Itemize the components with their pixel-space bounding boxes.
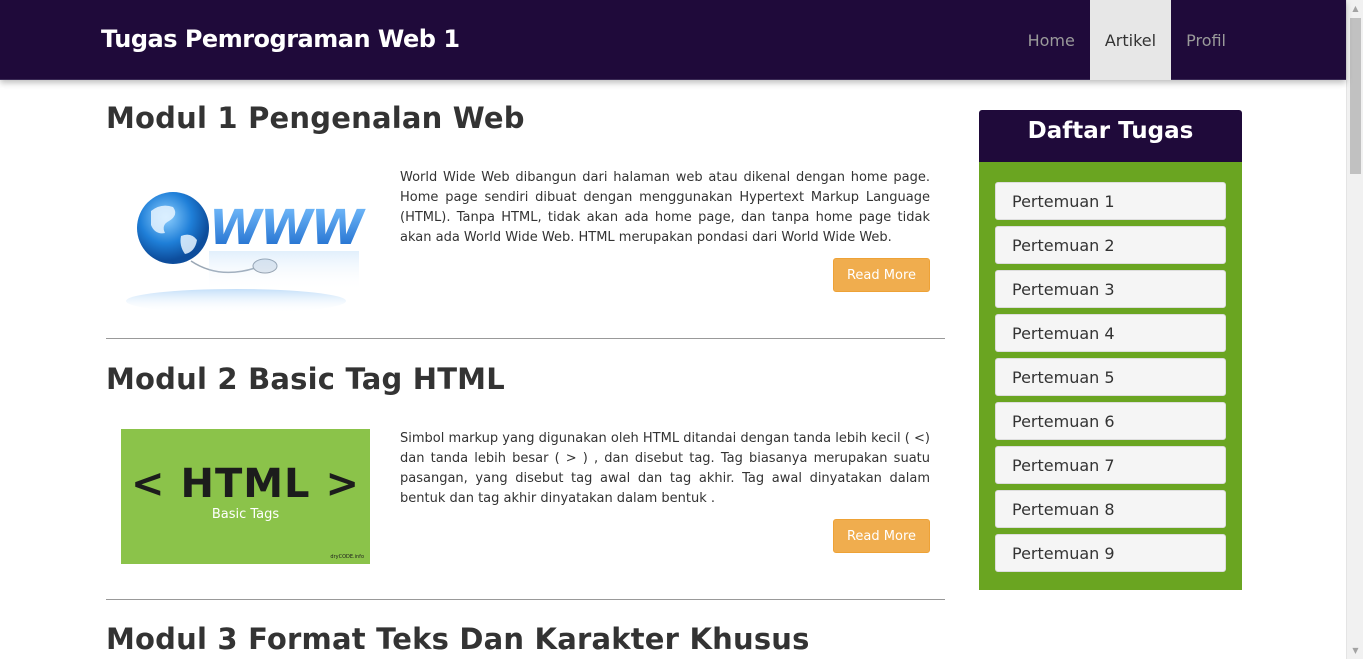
read-more-button[interactable]: Read More bbox=[833, 519, 930, 553]
sidebar-title: Daftar Tugas bbox=[979, 110, 1242, 162]
article-title: Modul 1 Pengenalan Web bbox=[106, 101, 525, 135]
html-basic-tags-image: < HTML > Basic Tags dryCODE.info bbox=[121, 429, 370, 564]
sidebar-item-pertemuan-3[interactable]: Pertemuan 3 bbox=[995, 270, 1226, 308]
article-title: Modul 3 Format Teks Dan Karakter Khusus bbox=[106, 622, 810, 656]
sidebar-item-pertemuan-5[interactable]: Pertemuan 5 bbox=[995, 358, 1226, 396]
article-text: Simbol markup yang digunakan oleh HTML d… bbox=[400, 431, 930, 506]
sidebar-item-pertemuan-1[interactable]: Pertemuan 1 bbox=[995, 182, 1226, 220]
image-credit-text: dryCODE.info bbox=[330, 554, 364, 560]
article-text: World Wide Web dibangun dari halaman web… bbox=[400, 170, 930, 245]
sidebar-list: Pertemuan 1 Pertemuan 2 Pertemuan 3 Pert… bbox=[979, 162, 1242, 590]
nav-artikel[interactable]: Artikel bbox=[1089, 0, 1172, 80]
sidebar-item-pertemuan-4[interactable]: Pertemuan 4 bbox=[995, 314, 1226, 352]
sidebar-item-pertemuan-6[interactable]: Pertemuan 6 bbox=[995, 402, 1226, 440]
article-divider bbox=[106, 599, 945, 600]
sidebar-item-pertemuan-2[interactable]: Pertemuan 2 bbox=[995, 226, 1226, 264]
read-more-button[interactable]: Read More bbox=[833, 258, 930, 292]
scroll-thumb[interactable] bbox=[1350, 18, 1361, 174]
nav-home[interactable]: Home bbox=[1013, 0, 1090, 80]
image-sub-text: Basic Tags bbox=[211, 507, 280, 522]
sidebar-item-pertemuan-7[interactable]: Pertemuan 7 bbox=[995, 446, 1226, 484]
site-brand[interactable]: Tugas Pemrograman Web 1 bbox=[101, 25, 460, 53]
sidebar-item-pertemuan-9[interactable]: Pertemuan 9 bbox=[995, 534, 1226, 572]
main-nav: Home Artikel Profil bbox=[1013, 0, 1241, 80]
nav-profil[interactable]: Profil bbox=[1171, 0, 1241, 80]
sidebar: Daftar Tugas Pertemuan 1 Pertemuan 2 Per… bbox=[979, 110, 1242, 590]
sidebar-item-pertemuan-8[interactable]: Pertemuan 8 bbox=[995, 490, 1226, 528]
www-globe-image: WWW bbox=[121, 166, 370, 313]
article-divider bbox=[106, 338, 945, 339]
scroll-down-icon[interactable]: ▼ bbox=[1347, 642, 1363, 659]
image-main-text: < HTML > bbox=[131, 461, 360, 507]
article-title: Modul 2 Basic Tag HTML bbox=[106, 362, 505, 396]
navbar: Tugas Pemrograman Web 1 Home Artikel Pro… bbox=[0, 0, 1346, 80]
scroll-up-icon[interactable]: ▲ bbox=[1347, 0, 1363, 17]
page-scrollbar[interactable]: ▲ ▼ bbox=[1346, 0, 1363, 659]
svg-text:WWW: WWW bbox=[209, 200, 366, 256]
